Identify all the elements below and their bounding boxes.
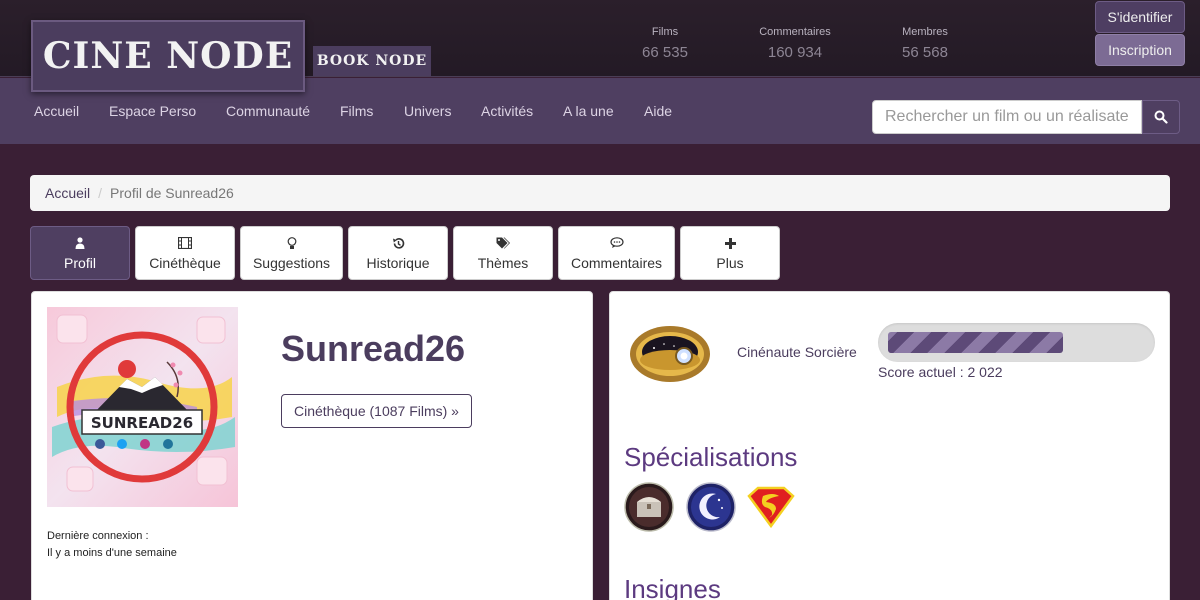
tab-label: Plus <box>716 255 744 271</box>
comment-icon <box>609 235 624 251</box>
treasure-chest-icon[interactable] <box>624 482 674 532</box>
stat-films: Films 66 535 <box>605 26 725 61</box>
profile-panel: SUNREAD26 Sunread26 Cinéthèque (1087 Fil… <box>31 291 593 600</box>
breadcrumb-current: Profil de Sunread26 <box>110 185 234 201</box>
history-icon <box>392 235 405 251</box>
cine-node-logo[interactable]: CINE NODE <box>31 20 305 92</box>
tab-plus[interactable]: Plus <box>680 226 780 280</box>
book-node-logo[interactable]: BOOK NODE <box>313 46 431 76</box>
tab-label: Cinéthèque <box>149 255 221 271</box>
stat-value: 66 535 <box>642 44 688 61</box>
nav-item-films[interactable]: Films <box>340 78 373 144</box>
nav-item-univers[interactable]: Univers <box>404 78 451 144</box>
search-input[interactable] <box>872 100 1142 134</box>
rank-progress-bar <box>878 323 1155 362</box>
tab-themes[interactable]: Thèmes <box>453 226 553 280</box>
lightbulb-icon <box>287 235 297 251</box>
avatar-text: SUNREAD26 <box>91 414 193 432</box>
tab-label: Profil <box>64 255 96 271</box>
nav-item-activites[interactable]: Activités <box>481 78 533 144</box>
last-connection-value: Il y a moins d'une semaine <box>47 547 177 559</box>
rank-panel: Cinénaute Sorcière Score actuel : 2 022 … <box>609 291 1170 600</box>
stat-value: 160 934 <box>767 44 823 61</box>
specialisations-heading: Spécialisations <box>624 442 798 472</box>
rank-progress-fill <box>888 332 1063 353</box>
tab-label: Suggestions <box>252 255 331 271</box>
superman-icon[interactable] <box>746 482 796 532</box>
rank-name: Cinénaute Sorcière <box>737 344 857 360</box>
nav-item-aide[interactable]: Aide <box>644 78 672 144</box>
ring-icon <box>624 316 716 388</box>
tags-icon <box>496 235 511 251</box>
login-button[interactable]: S'identifier <box>1095 1 1185 33</box>
stat-membres: Membres 56 568 <box>865 26 985 61</box>
user-icon <box>75 235 85 251</box>
moon-icon[interactable] <box>686 482 736 532</box>
last-connection: Dernière connexion : Il y a moins d'une … <box>47 528 177 562</box>
nav-item-a-la-une[interactable]: A la une <box>563 78 614 144</box>
last-connection-label: Dernière connexion : <box>47 530 149 542</box>
stat-label: Membres <box>902 26 948 38</box>
breadcrumb-separator: / <box>98 185 103 201</box>
tab-label: Commentaires <box>570 255 663 271</box>
rank-score: Score actuel : 2 022 <box>878 364 1003 380</box>
stat-commentaires: Commentaires 160 934 <box>735 26 855 61</box>
tab-label: Historique <box>366 255 430 271</box>
tab-historique[interactable]: Historique <box>348 226 448 280</box>
avatar[interactable]: SUNREAD26 <box>47 307 238 507</box>
search-button[interactable] <box>1142 100 1180 134</box>
tab-commentaires[interactable]: Commentaires <box>558 226 675 280</box>
tab-cinetheque[interactable]: Cinéthèque <box>135 226 235 280</box>
tab-profil[interactable]: Profil <box>30 226 130 280</box>
stat-value: 56 568 <box>902 44 948 61</box>
tab-label: Thèmes <box>477 255 529 271</box>
film-icon <box>178 235 192 251</box>
stat-label: Films <box>651 26 679 38</box>
tab-suggestions[interactable]: Suggestions <box>240 226 343 280</box>
insignes-heading: Insignes <box>624 574 721 600</box>
cinetheque-button[interactable]: Cinéthèque (1087 Films) » <box>281 394 472 428</box>
breadcrumb: Accueil / Profil de Sunread26 <box>30 175 1170 211</box>
signup-button[interactable]: Inscription <box>1095 34 1185 66</box>
search-icon <box>1154 110 1168 124</box>
plus-icon <box>724 235 736 251</box>
stat-label: Commentaires <box>759 26 831 38</box>
breadcrumb-home-link[interactable]: Accueil <box>45 185 90 201</box>
profile-username: Sunread26 <box>281 328 466 369</box>
